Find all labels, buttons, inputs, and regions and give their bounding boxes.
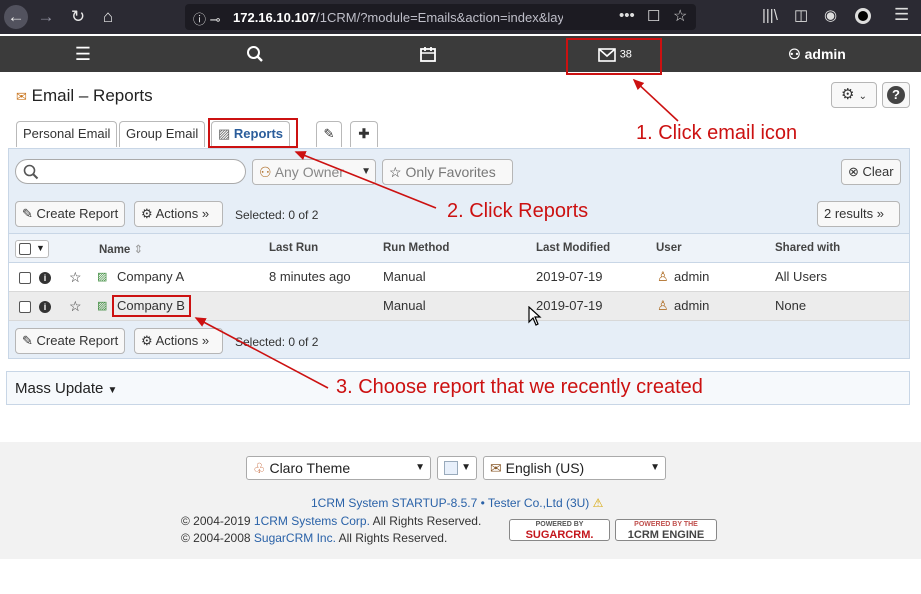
copyright-2: © 2004-2008 SugarCRM Inc. All Rights Res… bbox=[181, 531, 448, 545]
palette-icon: ♧ bbox=[253, 460, 266, 476]
dropdown-arrow-icon: ▼ bbox=[650, 462, 660, 473]
sugarcrm-link[interactable]: SugarCRM Inc. bbox=[254, 531, 336, 545]
powered-by-1crm-logo[interactable]: POWERED BY THE 1CRM ENGINE bbox=[615, 519, 717, 541]
color-swatch bbox=[444, 461, 458, 475]
color-select[interactable]: ▼ bbox=[437, 456, 477, 480]
language-select[interactable]: ✉ English (US) ▼ bbox=[483, 456, 666, 480]
powered-by-sugarcrm-logo[interactable]: POWERED BY SUGARCRM. bbox=[509, 519, 610, 541]
1crm-link[interactable]: 1CRM Systems Corp. bbox=[254, 514, 370, 528]
dropdown-arrow-icon: ▼ bbox=[415, 462, 425, 473]
language-icon: ✉ bbox=[490, 460, 502, 476]
warning-icon: ⚠ bbox=[592, 496, 604, 510]
system-info[interactable]: 1CRM System STARTUP-8.5.7 • Tester Co.,L… bbox=[311, 496, 603, 510]
theme-select[interactable]: ♧ Claro Theme ▼ bbox=[246, 456, 431, 480]
copyright-1: © 2004-2019 1CRM Systems Corp. All Right… bbox=[181, 514, 482, 528]
dropdown-arrow-icon: ▼ bbox=[461, 462, 471, 473]
